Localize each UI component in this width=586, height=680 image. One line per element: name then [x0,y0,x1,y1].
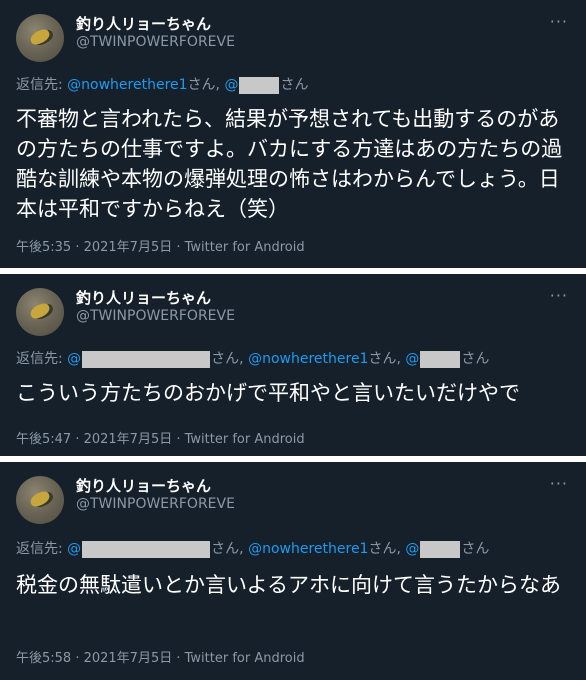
reply-to-text: さん, [187,77,225,93]
redacted-username [239,76,280,94]
reply-to-line: 返信先: @ さん, @nowherethere1さん, @ さん [16,538,489,558]
tweet-card[interactable]: 釣り人リョーちゃん @TWINPOWERFOREVE ··· 返信先: @ さん,… [0,274,586,456]
avatar-image [28,301,52,321]
more-options-icon[interactable]: ··· [550,12,568,31]
reply-to-label: 返信先: [16,351,68,367]
redacted-username [82,350,211,368]
more-options-icon[interactable]: ··· [550,286,568,305]
avatar[interactable] [16,14,64,62]
tweet-timestamp[interactable]: 午後5:35 · 2021年7月5日 · Twitter for Android [16,236,305,255]
reply-to-text: さん, [211,351,249,367]
more-options-icon[interactable]: ··· [550,474,568,493]
avatar[interactable] [16,288,64,336]
reply-to-text: さん [461,541,490,557]
tweet-timestamp[interactable]: 午後5:58 · 2021年7月5日 · Twitter for Android [16,647,305,666]
tweet-card[interactable]: 釣り人リョーちゃん @TWINPOWERFOREVE ··· 返信先: @now… [0,0,586,268]
mention-link[interactable]: @nowherethere1 [67,77,187,93]
tweet-text: こういう方たちのおかげで平和やと言いたいだけやで [16,381,520,405]
author-handle[interactable]: @TWINPOWERFOREVE [76,34,235,50]
reply-to-text: さん, [368,541,406,557]
redacted-username [82,540,211,558]
mention-link[interactable]: @ [405,351,419,367]
reply-to-text: さん, [211,541,249,557]
author-handle[interactable]: @TWINPOWERFOREVE [76,496,235,512]
author-handle[interactable]: @TWINPOWERFOREVE [76,308,235,324]
reply-to-text: さん [280,77,309,93]
reply-to-line: 返信先: @nowherethere1さん, @ さん [16,74,308,94]
author-name[interactable]: 釣り人リョーちゃん [76,13,211,34]
tweet-card[interactable]: 釣り人リョーちゃん @TWINPOWERFOREVE ··· 返信先: @ さん,… [0,462,586,680]
redacted-username [420,540,461,558]
mention-link[interactable]: @ [405,541,419,557]
author-name[interactable]: 釣り人リョーちゃん [76,287,211,308]
avatar-image [28,27,52,47]
mention-link[interactable]: @nowherethere1 [248,351,368,367]
tweet-text: 不審物と言われたら、結果が予想されても出動するのがあの方たちの仕事ですよ。バカに… [16,107,563,221]
reply-to-text: さん, [368,351,406,367]
reply-to-label: 返信先: [16,541,68,557]
avatar-image [28,489,52,509]
reply-to-line: 返信先: @ さん, @nowherethere1さん, @ さん [16,348,489,368]
mention-link[interactable]: @ [67,541,81,557]
tweet-text: 税金の無駄遣いとか言いよるアホに向けて言うたからなあ [16,573,561,597]
mention-link[interactable]: @nowherethere1 [248,541,368,557]
mention-link[interactable]: @ [67,351,81,367]
mention-link[interactable]: @ [224,77,238,93]
avatar[interactable] [16,476,64,524]
tweet-timestamp[interactable]: 午後5:47 · 2021年7月5日 · Twitter for Android [16,428,305,447]
author-name[interactable]: 釣り人リョーちゃん [76,475,211,496]
redacted-username [420,350,461,368]
reply-to-text: さん [461,351,490,367]
reply-to-label: 返信先: [16,77,68,93]
